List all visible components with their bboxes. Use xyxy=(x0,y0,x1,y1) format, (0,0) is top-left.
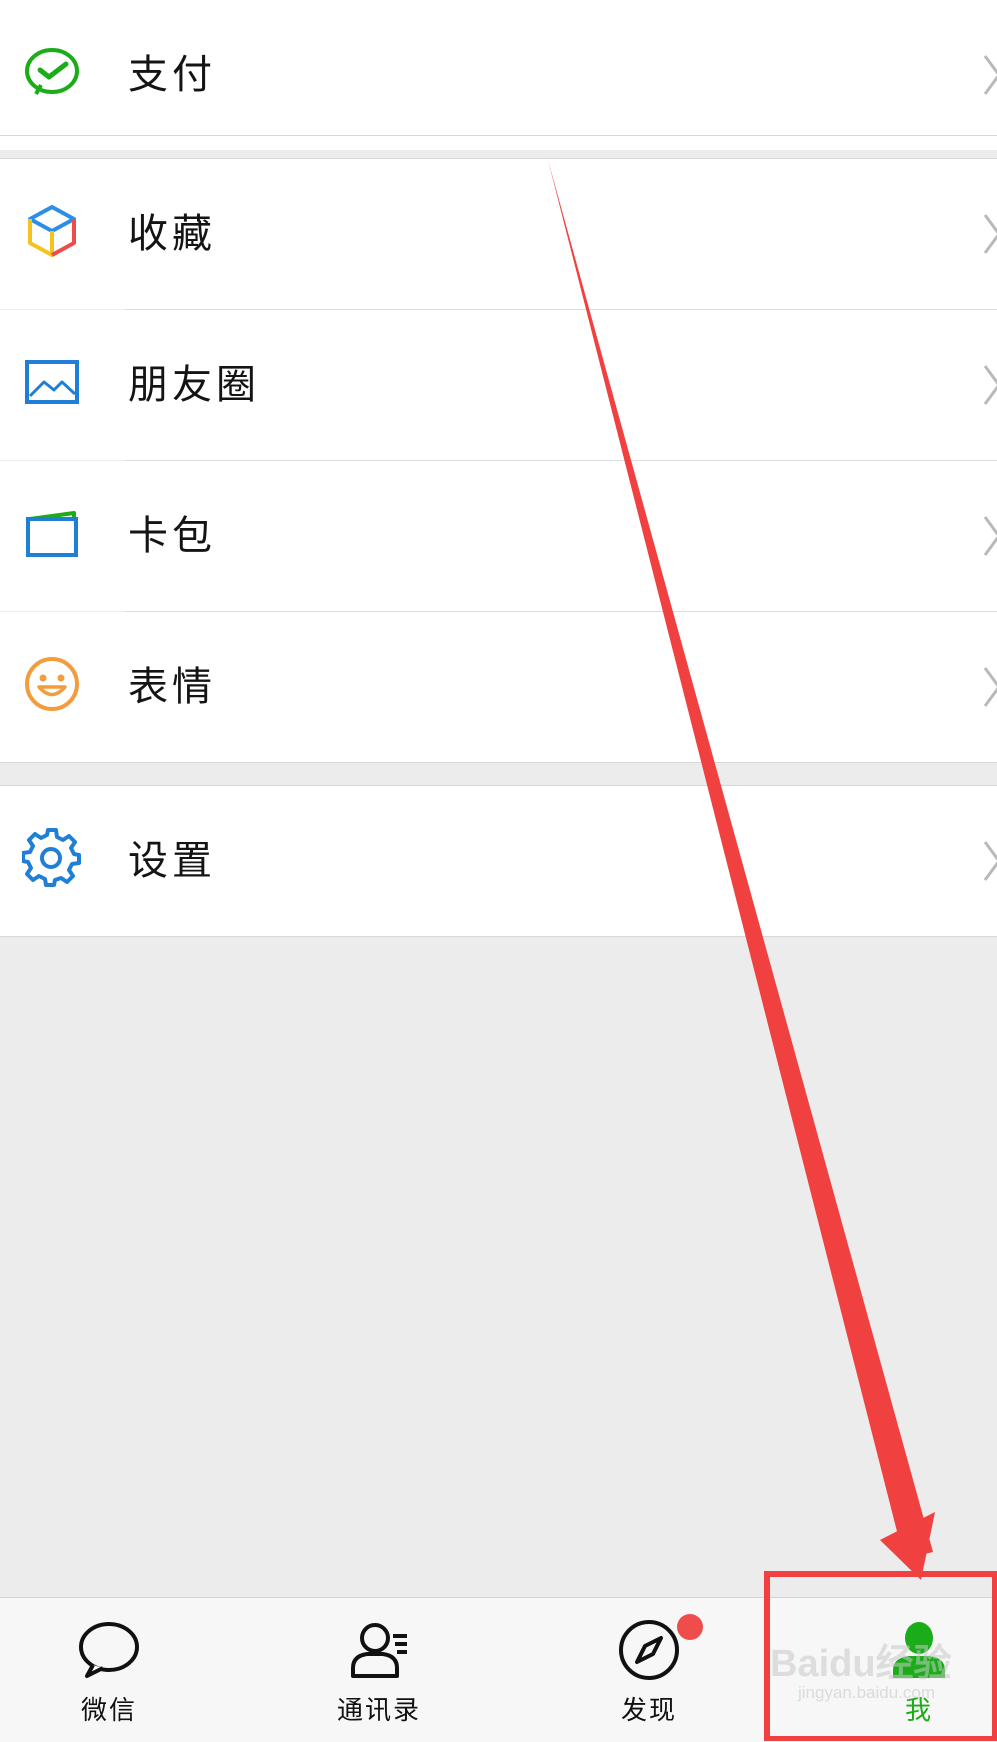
tab-discover[interactable]: 发现 xyxy=(569,1598,729,1742)
tab-chats[interactable]: 微信 xyxy=(29,1598,189,1742)
menu-item-label: 朋友圈 xyxy=(128,362,260,408)
tab-label: 发现 xyxy=(620,1696,677,1726)
chevron-right-icon xyxy=(983,214,997,254)
menu-item-label: 卡包 xyxy=(128,513,216,559)
menu-item-label: 支付 xyxy=(128,52,216,98)
menu-item-moments[interactable]: 朋友圈 xyxy=(0,310,997,460)
gear-icon xyxy=(22,828,81,887)
notification-dot xyxy=(677,1614,703,1640)
contacts-icon xyxy=(351,1623,407,1678)
tab-label: 微信 xyxy=(80,1696,137,1726)
chevron-right-icon xyxy=(983,841,997,881)
pay-icon xyxy=(25,48,79,95)
menu-item-favorites[interactable]: 收藏 xyxy=(0,159,997,309)
picture-icon xyxy=(25,360,79,404)
menu-item-cards[interactable]: 卡包 xyxy=(0,461,997,611)
chevron-right-icon xyxy=(983,365,997,405)
divider xyxy=(0,135,997,136)
cube-icon xyxy=(28,205,76,257)
compass-icon xyxy=(619,1620,679,1680)
watermark-logo: Baidu经验 xyxy=(770,1643,952,1685)
watermark-url: jingyan.baidu.com xyxy=(798,1683,936,1702)
divider xyxy=(0,936,997,937)
menu-item-label: 收藏 xyxy=(128,211,216,257)
menu-item-label: 设置 xyxy=(128,838,216,884)
chat-bubble-icon xyxy=(79,1622,139,1678)
tab-contacts[interactable]: 通讯录 xyxy=(299,1598,459,1742)
divider xyxy=(0,762,997,763)
chevron-right-icon xyxy=(983,55,997,95)
wallet-icon xyxy=(26,511,78,557)
smiley-icon xyxy=(25,657,79,711)
menu-item-settings[interactable]: 设置 xyxy=(0,786,997,936)
chevron-right-icon xyxy=(983,516,997,556)
menu-item-pay[interactable]: 支付 xyxy=(0,0,997,150)
menu-item-stickers[interactable]: 表情 xyxy=(0,612,997,762)
annotation-arrowhead-icon xyxy=(880,1512,935,1580)
chevron-right-icon xyxy=(983,667,997,707)
menu-item-label: 表情 xyxy=(128,664,216,710)
tab-label: 通讯录 xyxy=(336,1696,421,1726)
